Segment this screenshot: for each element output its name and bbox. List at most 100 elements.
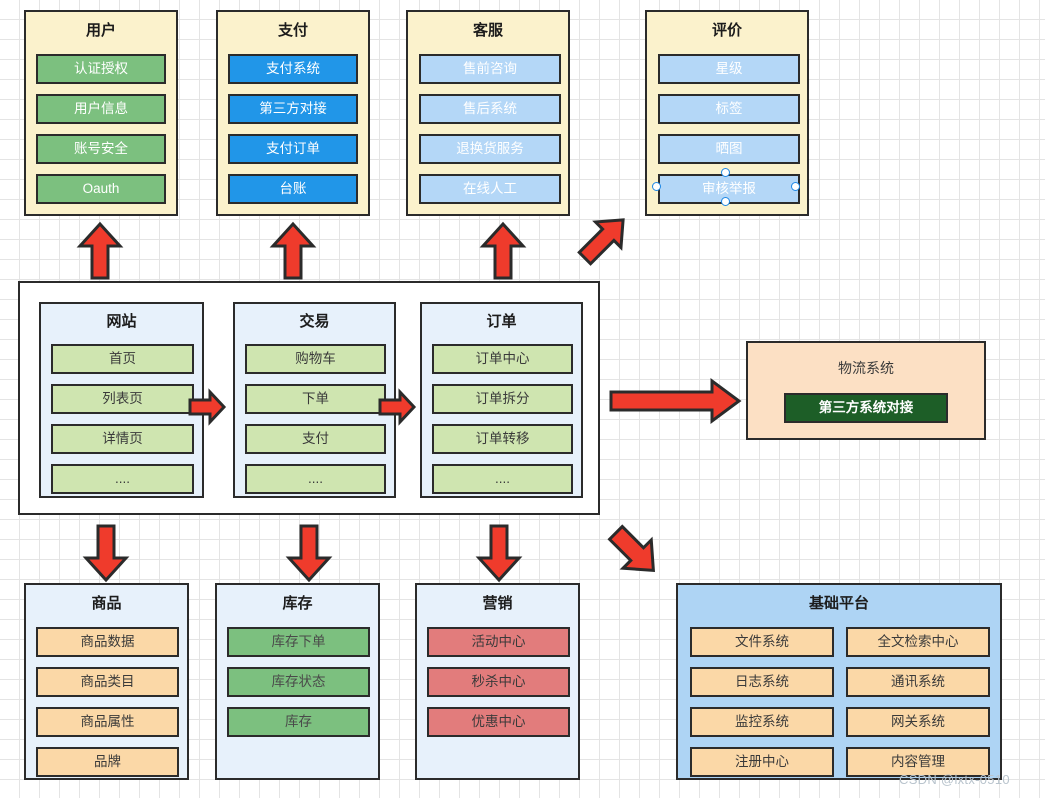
group-logistics[interactable]: 物流系统 第三方系统对接 — [746, 341, 986, 440]
group-user[interactable]: 用户 认证授权 用户信息 账号安全 Oauth — [24, 10, 178, 216]
node-payment-0[interactable]: 支付系统 — [228, 54, 358, 84]
group-order[interactable]: 订单 订单中心 订单拆分 订单转移 .... — [420, 302, 583, 498]
node-label: 活动中心 — [471, 634, 526, 650]
group-payment[interactable]: 支付 支付系统 第三方对接 支付订单 台账 — [216, 10, 370, 216]
node-label: 售前咨询 — [463, 61, 517, 77]
node-label: 通讯系统 — [891, 674, 945, 690]
node-label: 首页 — [109, 351, 136, 367]
node-inventory-0[interactable]: 库存下单 — [227, 627, 370, 657]
node-payment-3[interactable]: 台账 — [228, 174, 358, 204]
node-platform-left-3[interactable]: 注册中心 — [690, 747, 834, 777]
group-title-product: 商品 — [91, 595, 122, 612]
group-marketing[interactable]: 营销 活动中心 秒杀中心 优惠中心 — [415, 583, 580, 780]
arrow-core-to-logistics — [608, 378, 742, 424]
group-title-website: 网站 — [106, 313, 137, 330]
node-label: 注册中心 — [735, 754, 789, 770]
node-product-2[interactable]: 商品属性 — [36, 707, 179, 737]
selection-handle-right[interactable] — [791, 182, 800, 191]
node-user-3[interactable]: Oauth — [36, 174, 166, 204]
group-product[interactable]: 商品 商品数据 商品类目 商品属性 品牌 — [24, 583, 189, 780]
group-title-payment: 支付 — [277, 22, 308, 39]
node-marketing-0[interactable]: 活动中心 — [427, 627, 570, 657]
node-order-3[interactable]: .... — [432, 464, 573, 494]
node-website-2[interactable]: 详情页 — [51, 424, 194, 454]
node-label: 星级 — [715, 61, 743, 77]
node-review-2[interactable]: 晒图 — [658, 134, 800, 164]
selection-handle-left[interactable] — [652, 182, 661, 191]
group-customer-service[interactable]: 客服 售前咨询 售后系统 退换货服务 在线人工 — [406, 10, 570, 216]
node-user-0[interactable]: 认证授权 — [36, 54, 166, 84]
node-label: 库存下单 — [271, 634, 326, 650]
node-platform-right-0[interactable]: 全文检索中心 — [846, 627, 990, 657]
node-product-3[interactable]: 品牌 — [36, 747, 179, 777]
node-label: 支付 — [302, 431, 329, 447]
node-customer-service-0[interactable]: 售前咨询 — [419, 54, 561, 84]
node-label: 监控系统 — [735, 714, 789, 730]
node-trade-1[interactable]: 下单 — [245, 384, 386, 414]
node-website-0[interactable]: 首页 — [51, 344, 194, 374]
node-customer-service-1[interactable]: 售后系统 — [419, 94, 561, 124]
node-label: 商品类目 — [80, 674, 135, 690]
node-review-0[interactable]: 星级 — [658, 54, 800, 84]
node-trade-3[interactable]: .... — [245, 464, 386, 494]
node-label: 详情页 — [102, 431, 143, 447]
node-user-1[interactable]: 用户信息 — [36, 94, 166, 124]
node-label: .... — [307, 471, 323, 487]
node-label: 支付系统 — [266, 61, 320, 77]
node-platform-left-2[interactable]: 监控系统 — [690, 707, 834, 737]
node-order-2[interactable]: 订单转移 — [432, 424, 573, 454]
node-trade-2[interactable]: 支付 — [245, 424, 386, 454]
group-website[interactable]: 网站 首页 列表页 详情页 .... — [39, 302, 204, 498]
node-platform-left-1[interactable]: 日志系统 — [690, 667, 834, 697]
node-marketing-1[interactable]: 秒杀中心 — [427, 667, 570, 697]
node-label: 支付订单 — [266, 141, 320, 157]
group-core-container[interactable]: 网站 首页 列表页 详情页 .... 交易 购物车 下单 支付 .... 订单 … — [18, 281, 600, 515]
node-inventory-2[interactable]: 库存 — [227, 707, 370, 737]
node-label: .... — [494, 471, 510, 487]
node-marketing-2[interactable]: 优惠中心 — [427, 707, 570, 737]
node-website-1[interactable]: 列表页 — [51, 384, 194, 414]
node-customer-service-2[interactable]: 退换货服务 — [419, 134, 561, 164]
arrow-core-to-review — [575, 208, 633, 270]
node-payment-1[interactable]: 第三方对接 — [228, 94, 358, 124]
node-label: Oauth — [82, 181, 120, 197]
node-label: 网关系统 — [891, 714, 945, 730]
node-platform-right-1[interactable]: 通讯系统 — [846, 667, 990, 697]
node-label: 商品属性 — [80, 714, 135, 730]
node-order-0[interactable]: 订单中心 — [432, 344, 573, 374]
group-title-user: 用户 — [85, 22, 116, 39]
node-review-1[interactable]: 标签 — [658, 94, 800, 124]
node-customer-service-3[interactable]: 在线人工 — [419, 174, 561, 204]
group-basic-platform[interactable]: 基础平台 文件系统 日志系统 监控系统 注册中心 全文检索中心 通讯系统 网关系… — [676, 583, 1002, 780]
group-title-review: 评价 — [711, 22, 742, 39]
node-payment-2[interactable]: 支付订单 — [228, 134, 358, 164]
arrow-core-to-marketing — [475, 524, 523, 583]
group-review[interactable]: 评价 星级 标签 晒图 审核举报 — [645, 10, 809, 216]
node-label: 第三方对接 — [259, 101, 327, 117]
node-label: 用户信息 — [74, 101, 128, 117]
node-logistics-0[interactable]: 第三方系统对接 — [784, 393, 948, 423]
node-user-2[interactable]: 账号安全 — [36, 134, 166, 164]
node-label: 全文检索中心 — [877, 634, 959, 650]
diagram-canvas: 用户 认证授权 用户信息 账号安全 Oauth 支付 支付系统 第三方对接 支付… — [0, 0, 1045, 798]
node-website-3[interactable]: .... — [51, 464, 194, 494]
selection-handle-top[interactable] — [721, 168, 730, 177]
node-trade-0[interactable]: 购物车 — [245, 344, 386, 374]
node-label: 晒图 — [715, 141, 743, 157]
node-label: 库存 — [285, 714, 312, 730]
arrow-core-to-payment — [269, 221, 317, 280]
arrow-trade-to-order — [378, 388, 417, 426]
node-label: 台账 — [279, 181, 307, 197]
node-product-0[interactable]: 商品数据 — [36, 627, 179, 657]
node-order-1[interactable]: 订单拆分 — [432, 384, 573, 414]
node-platform-right-2[interactable]: 网关系统 — [846, 707, 990, 737]
node-inventory-1[interactable]: 库存状态 — [227, 667, 370, 697]
group-inventory[interactable]: 库存 库存下单 库存状态 库存 — [215, 583, 380, 780]
node-platform-left-0[interactable]: 文件系统 — [690, 627, 834, 657]
node-product-1[interactable]: 商品类目 — [36, 667, 179, 697]
node-label: 审核举报 — [702, 181, 756, 197]
group-trade[interactable]: 交易 购物车 下单 支付 .... — [233, 302, 396, 498]
node-label: 品牌 — [94, 754, 121, 770]
selection-handle-bottom[interactable] — [721, 197, 730, 206]
node-label: 售后系统 — [463, 101, 517, 117]
